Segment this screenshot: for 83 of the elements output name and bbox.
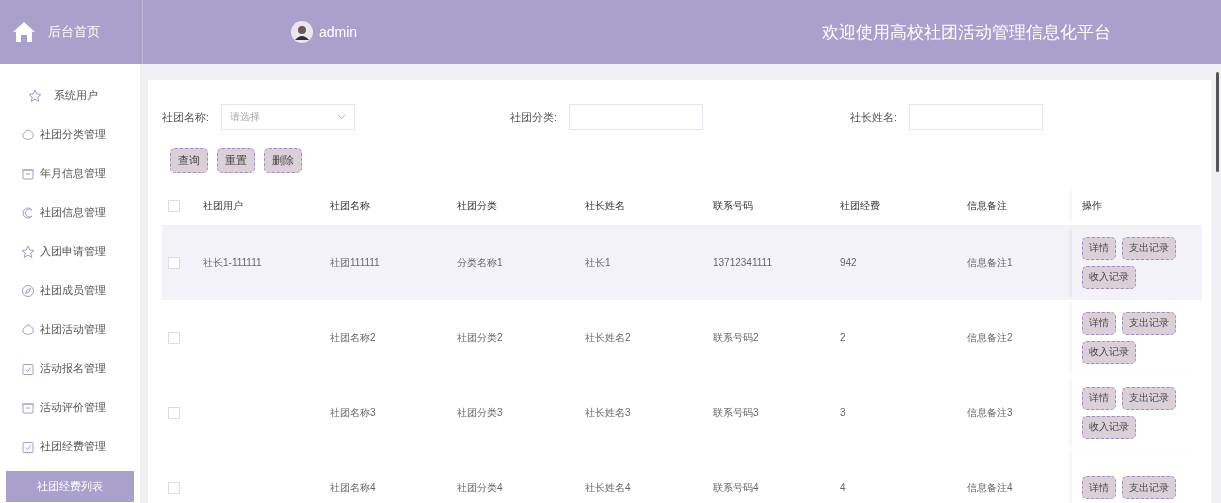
table-cell: 社长姓名2 [585, 331, 631, 343]
table-cell: 社长姓名4 [585, 481, 631, 493]
action-button[interactable]: 查询 [170, 148, 208, 173]
table-cell: 社团名称2 [330, 331, 376, 343]
table-cell: 13712341111 [713, 257, 772, 268]
table-cell: 社团111111 [330, 256, 380, 268]
table-cell: 信息备注1 [967, 256, 1013, 268]
home-icon [12, 21, 36, 43]
row-action-button[interactable]: 收入记录 [1082, 265, 1136, 289]
column-header: 操作 [1082, 199, 1102, 213]
row-action-button[interactable]: 支出记录 [1122, 236, 1176, 260]
table-cell: 4 [840, 482, 846, 493]
table-cell: 3 [840, 407, 846, 418]
row-action-button[interactable]: 支出记录 [1122, 476, 1176, 499]
user-name: admin [319, 24, 358, 40]
checkbox[interactable] [168, 200, 180, 212]
row-action-button[interactable]: 详情 [1082, 236, 1116, 260]
column-header: 信息备注 [967, 200, 1007, 211]
table-cell: 942 [840, 257, 857, 268]
column-header: 联系号码 [713, 200, 753, 211]
field-label: 社长姓名: [850, 109, 898, 125]
table-cell: 联系号码4 [713, 481, 759, 493]
row-action-button[interactable]: 支出记录 [1122, 311, 1176, 335]
input-field[interactable] [569, 104, 704, 130]
table-cell: 分类名称1 [457, 256, 503, 268]
checkbox[interactable] [168, 331, 180, 344]
column-header: 社团名称 [330, 200, 370, 211]
chevron-down-icon [337, 114, 347, 120]
action-button[interactable]: 删除 [264, 148, 302, 173]
checkbox[interactable] [168, 256, 180, 269]
table-cell: 社团名称3 [330, 406, 376, 418]
menu-item[interactable]: 社团分类管理 [6, 115, 134, 154]
calendar-icon [21, 439, 35, 454]
table-cell: 社长姓名3 [585, 406, 631, 418]
table-cell: 联系号码3 [713, 406, 759, 418]
table-cell: 社团名称4 [330, 481, 376, 493]
menu-item[interactable]: 活动报名管理 [6, 349, 134, 388]
menu-item[interactable]: 入团申请管理 [6, 232, 134, 271]
compass-icon [21, 283, 35, 298]
drop-icon [21, 322, 35, 337]
drop-icon [21, 127, 35, 142]
column-header: 社团分类 [457, 200, 497, 211]
scrollbar[interactable] [1216, 72, 1219, 172]
table-cell: 社长1-111111 [203, 256, 262, 268]
menu-item[interactable]: 社团信息管理 [6, 193, 134, 232]
menu-item[interactable]: 社团活动管理 [6, 310, 134, 349]
table-cell: 社团分类4 [457, 481, 503, 493]
action-button[interactable]: 重置 [217, 148, 255, 173]
avatar-icon [291, 21, 313, 43]
star-icon [21, 244, 35, 259]
column-header: 社团用户 [203, 200, 243, 211]
row-action-button[interactable]: 支出记录 [1122, 386, 1176, 410]
table-cell: 2 [840, 332, 846, 343]
checkbox[interactable] [168, 481, 180, 494]
calendar-icon [21, 361, 35, 376]
row-action-button[interactable]: 收入记录 [1082, 340, 1136, 364]
checkbox[interactable] [168, 406, 180, 419]
menu-item[interactable]: 社团成员管理 [6, 271, 134, 310]
page-title: 欢迎使用高校社团活动管理信息化平台 [822, 21, 1111, 44]
menu-item[interactable]: 年月信息管理 [6, 154, 134, 193]
row-action-button[interactable]: 详情 [1082, 386, 1116, 410]
table-cell: 信息备注4 [967, 481, 1013, 493]
input-field[interactable] [909, 104, 1044, 130]
menu-item[interactable]: 活动评价管理 [6, 388, 134, 427]
moon-icon [21, 205, 35, 220]
table-cell: 社团分类2 [457, 331, 503, 343]
menu-item[interactable]: 系统用户 [6, 76, 134, 115]
column-header: 社团经费 [840, 200, 880, 211]
table-cell: 信息备注3 [967, 406, 1013, 418]
table-cell: 联系号码2 [713, 331, 759, 343]
table-cell: 信息备注2 [967, 331, 1013, 343]
box-icon [21, 400, 35, 415]
row-action-button[interactable]: 详情 [1082, 476, 1116, 499]
table-cell: 社长1 [585, 256, 611, 268]
row-action-button[interactable]: 收入记录 [1082, 415, 1136, 439]
column-header: 社长姓名 [585, 200, 625, 211]
box-icon [21, 166, 35, 181]
table-cell: 社团分类3 [457, 406, 503, 418]
field-label: 社团名称: [162, 109, 210, 125]
row-action-button[interactable]: 详情 [1082, 311, 1116, 335]
field-label: 社团分类: [510, 109, 558, 125]
menu-item[interactable]: 社团经费管理 [6, 427, 134, 466]
star-icon [28, 88, 42, 103]
